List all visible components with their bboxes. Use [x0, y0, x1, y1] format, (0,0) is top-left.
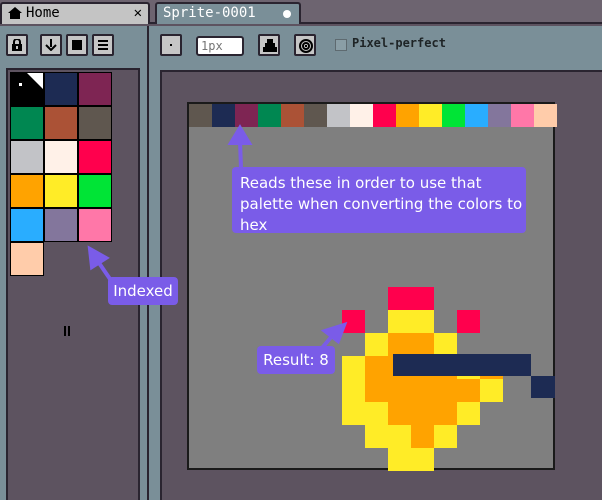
brush-size-input[interactable] — [196, 36, 244, 56]
sprite-pixel — [457, 402, 480, 425]
sprite-pixel — [411, 310, 434, 333]
unsaved-dot-icon[interactable] — [283, 10, 291, 18]
sprite-pixel — [393, 354, 531, 376]
sprite-pixel — [388, 402, 411, 425]
palette-swatch[interactable] — [44, 72, 78, 106]
palette-note-callout: Reads these in order to use that palette… — [232, 167, 526, 234]
symmetry-button[interactable] — [294, 34, 316, 56]
menu-icon — [98, 40, 108, 50]
palette-resize-handle[interactable] — [64, 326, 70, 336]
lock-button[interactable] — [6, 34, 28, 56]
sprite-pixel — [411, 448, 434, 471]
pixel-brush-button[interactable] — [160, 34, 182, 56]
square-icon — [72, 40, 82, 50]
strip-pixel — [212, 104, 235, 127]
strip-pixel — [327, 104, 350, 127]
palette-swatch[interactable] — [78, 140, 112, 174]
pixel-perfect-checkbox[interactable] — [335, 39, 347, 51]
palette-swatch[interactable] — [78, 174, 112, 208]
sprite-pixel — [411, 287, 434, 310]
sprite-pixel — [365, 379, 388, 402]
strip-pixel — [534, 104, 557, 127]
ink-bottle-icon — [263, 39, 277, 52]
strip-pixel — [511, 104, 534, 127]
sprite-pixel — [388, 333, 411, 356]
sprite-pixel — [411, 425, 434, 448]
sprite-pixel — [365, 425, 388, 448]
strip-pixel — [465, 104, 488, 127]
tab-home[interactable]: Home ✕ — [0, 2, 150, 24]
strip-pixel — [373, 104, 396, 127]
sprite-pixel — [388, 287, 411, 310]
palette-menu-button[interactable] — [92, 34, 114, 56]
palette-swatch[interactable] — [44, 106, 78, 140]
sprite-pixel — [434, 379, 457, 402]
sprite-pixel — [388, 310, 411, 333]
palette-swatch[interactable] — [78, 106, 112, 140]
sprite-pixel — [411, 379, 434, 402]
arrow-down-icon — [45, 39, 57, 51]
indexed-note-callout: Indexed — [108, 277, 178, 305]
strip-pixel — [350, 104, 373, 127]
sprite-pixel — [388, 448, 411, 471]
sprite-canvas[interactable] — [187, 102, 557, 471]
fg-bg-color-swatch[interactable] — [10, 72, 44, 106]
palette-swatch[interactable] — [10, 242, 44, 276]
palette-swatch[interactable] — [44, 174, 78, 208]
color-mode-button[interactable] — [66, 34, 88, 56]
strip-pixel — [235, 104, 258, 127]
pixel-dot-icon — [170, 44, 172, 46]
strip-pixel — [396, 104, 419, 127]
strip-pixel — [304, 104, 327, 127]
strip-pixel — [258, 104, 281, 127]
sprite-pixel — [480, 379, 503, 402]
toolbar: Pixel-perfect — [0, 26, 602, 64]
sprite-pixel — [411, 402, 434, 425]
result-note-callout: Result: 8 — [257, 346, 335, 374]
palette-swatch[interactable] — [10, 140, 44, 174]
palette-swatch[interactable] — [10, 106, 44, 140]
pixel-perfect-label: Pixel-perfect — [352, 36, 446, 50]
ink-button[interactable] — [258, 34, 280, 56]
sprite-pixel — [342, 356, 365, 379]
sprite-pixel — [365, 356, 388, 379]
tab-sprite-label: Sprite-0001 — [163, 5, 256, 21]
target-icon — [299, 39, 313, 53]
sprite-pixel — [388, 379, 411, 402]
sprite-pixel — [411, 333, 434, 356]
sprite-pixel — [388, 425, 411, 448]
strip-pixel — [488, 104, 511, 127]
sprite-pixel — [342, 310, 365, 333]
tab-bar: Home ✕ Sprite-0001 — [0, 0, 602, 24]
sprite-pixel — [342, 402, 365, 425]
sprite-pixel — [365, 333, 388, 356]
palette-swatch[interactable] — [10, 208, 44, 242]
palette-toolbar — [0, 26, 145, 64]
lock-icon — [12, 39, 22, 51]
strip-pixel — [442, 104, 465, 127]
move-down-button[interactable] — [40, 34, 62, 56]
sprite-pixel — [365, 402, 388, 425]
sprite-pixel — [342, 379, 365, 402]
strip-pixel — [419, 104, 442, 127]
sprite-pixel — [434, 333, 457, 356]
close-tab-icon[interactable]: ✕ — [134, 5, 142, 21]
sprite-pixel — [531, 376, 555, 398]
palette-swatch[interactable] — [78, 72, 112, 106]
palette-swatch[interactable] — [10, 174, 44, 208]
sprite-pixel — [434, 402, 457, 425]
palette-swatch[interactable] — [78, 208, 112, 242]
panel-divider-line — [147, 26, 149, 500]
palette-swatch[interactable] — [44, 140, 78, 174]
home-icon — [8, 7, 22, 19]
palette-swatch[interactable] — [44, 208, 78, 242]
sprite-pixel — [457, 379, 480, 402]
strip-pixel — [189, 104, 212, 127]
strip-pixel — [281, 104, 304, 127]
sprite-pixel — [434, 425, 457, 448]
sprite-pixel — [457, 310, 480, 333]
tab-home-label: Home — [26, 5, 60, 21]
tab-sprite[interactable]: Sprite-0001 — [155, 2, 301, 24]
